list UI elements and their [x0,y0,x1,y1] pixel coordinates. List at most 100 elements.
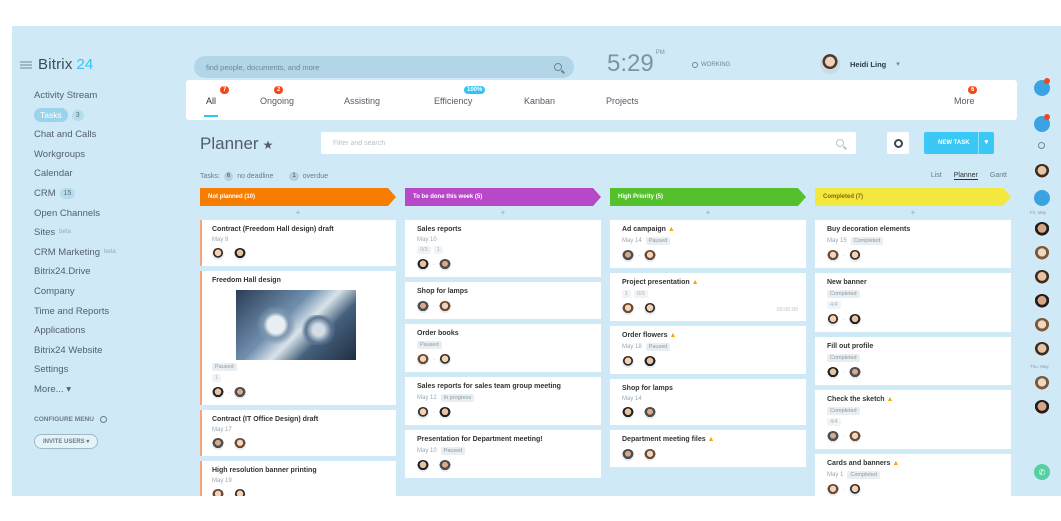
time-tracker[interactable]: 00:00:00 [777,307,798,313]
task-title[interactable]: Project presentation ▲ [622,278,798,287]
column-header[interactable]: Not planned (10) [200,188,396,206]
avatar[interactable] [1034,246,1050,262]
sidebar-item[interactable]: Bitrix24 Website [34,341,116,361]
tab-all[interactable]: All 7 [203,86,230,117]
avatar[interactable] [1034,294,1050,310]
task-card[interactable]: Contract (IT Office Design) draft May 17 · [200,410,396,456]
task-title[interactable]: New banner [827,278,1003,287]
no-deadline-label[interactable]: no deadline [237,173,273,180]
avatar[interactable] [212,489,224,496]
overdue-label[interactable]: overdue [303,173,328,180]
sidebar-item[interactable]: Activity Stream [34,86,116,106]
search-icon[interactable] [836,139,844,147]
task-card[interactable]: Order books Paused · [405,324,601,372]
avatar[interactable] [417,460,429,472]
task-title[interactable]: Shop for lamps [622,384,798,393]
no-deadline-count[interactable]: 6 [223,172,234,181]
sidebar-item[interactable]: Chat and Calls [34,125,116,145]
avatar[interactable] [644,449,656,461]
phone-icon[interactable]: ✆ [1034,464,1050,480]
task-card[interactable]: High resolution banner printing May 19 · [200,461,396,496]
task-card[interactable]: Department meeting files ▲ · [610,430,806,467]
add-task-icon[interactable]: + [405,206,601,220]
column-header[interactable]: High Priority (5) [610,188,806,206]
global-search[interactable] [194,56,574,78]
global-search-input[interactable] [206,62,554,72]
task-card[interactable]: Contract (Freedom Hall design) draft May … [200,220,396,266]
task-card[interactable]: Check the sketch ▲ Completed 4/4 · [815,390,1011,449]
tab-kanban[interactable]: Kanban [524,96,555,106]
avatar[interactable] [417,259,429,271]
tab-assisting[interactable]: Assisting [344,96,380,106]
avatar[interactable] [827,314,839,326]
avatar[interactable] [622,303,634,315]
task-deadline[interactable]: May 10 [417,448,437,454]
add-task-icon[interactable]: + [200,206,396,220]
view-list[interactable]: List [931,172,942,180]
avatar[interactable] [234,438,246,450]
avatar[interactable] [234,489,246,496]
sidebar-item[interactable]: Company [34,282,116,302]
task-title[interactable]: Presentation for Department meeting! [417,435,593,444]
settings-button[interactable] [887,132,909,154]
clock[interactable]: 5:29 PM [607,50,665,78]
avatar[interactable] [417,354,429,366]
avatar[interactable] [439,354,451,366]
sidebar-item[interactable]: Open Channels [34,204,116,224]
sidebar-item[interactable]: Time and Reports [34,302,116,322]
avatar[interactable] [622,250,634,262]
avatar[interactable] [827,250,839,262]
sidebar-item[interactable]: More... ▾ [34,380,116,400]
avatar[interactable] [1034,400,1050,416]
task-title[interactable]: Contract (IT Office Design) draft [212,415,388,424]
tab-projects[interactable]: Projects [606,96,639,106]
task-title[interactable]: Sales reports [417,225,593,234]
task-deadline[interactable]: May 10 [417,237,437,243]
avatar[interactable] [1034,164,1050,180]
task-title[interactable]: Department meeting files ▲ [622,435,798,444]
avatar[interactable] [1034,318,1050,334]
chevron-down-icon[interactable]: ▾ [977,132,995,154]
task-deadline[interactable]: May 12 [417,395,437,401]
tab-more[interactable]: More 6 [954,86,978,106]
task-title[interactable]: Shop for lamps [417,287,593,296]
avatar[interactable] [827,431,839,443]
lock-icon[interactable] [1034,190,1050,206]
avatar[interactable] [234,248,246,260]
star-icon[interactable]: ★ [263,138,274,152]
add-task-icon[interactable]: + [815,206,1011,220]
avatar[interactable] [212,248,224,260]
task-card[interactable]: Project presentation ▲ 1 0/3 · 00:00:00 [610,273,806,321]
task-deadline[interactable]: May 9 [212,237,228,243]
task-title[interactable]: Buy decoration elements [827,225,1003,234]
avatar[interactable] [1034,270,1050,286]
task-card[interactable]: Cards and banners ▲ May 1 Completed · [815,454,1011,496]
avatar[interactable] [644,356,656,368]
avatar[interactable] [644,407,656,419]
avatar[interactable] [439,259,451,271]
task-title[interactable]: Ad campaign ▲ [622,225,798,234]
avatar[interactable] [622,356,634,368]
task-title[interactable]: Sales reports for sales team group meeti… [417,382,593,391]
avatar[interactable] [212,438,224,450]
avatar[interactable] [622,407,634,419]
avatar[interactable] [417,407,429,419]
task-title[interactable]: Order flowers ▲ [622,331,798,340]
tab-ongoing[interactable]: Ongoing 2 [260,86,294,106]
avatar[interactable] [849,314,861,326]
task-card[interactable]: Presentation for Department meeting! May … [405,430,601,478]
task-title[interactable]: Fill out profile [827,342,1003,351]
avatar[interactable] [1034,376,1050,392]
task-card[interactable]: Shop for lamps May 14 · [610,379,806,425]
avatar[interactable] [212,387,224,399]
sidebar-item[interactable]: CRM 15 [34,184,116,204]
avatar[interactable] [849,250,861,262]
avatar[interactable] [849,431,861,443]
overdue-count[interactable]: 1 [289,172,299,181]
view-gantt[interactable]: Gantt [990,172,1007,180]
avatar[interactable] [827,367,839,379]
view-planner[interactable]: Planner [953,172,978,180]
search-icon[interactable] [554,63,562,71]
task-title[interactable]: Cards and banners ▲ [827,459,1003,468]
sidebar-item[interactable]: Sites beta [34,223,116,243]
